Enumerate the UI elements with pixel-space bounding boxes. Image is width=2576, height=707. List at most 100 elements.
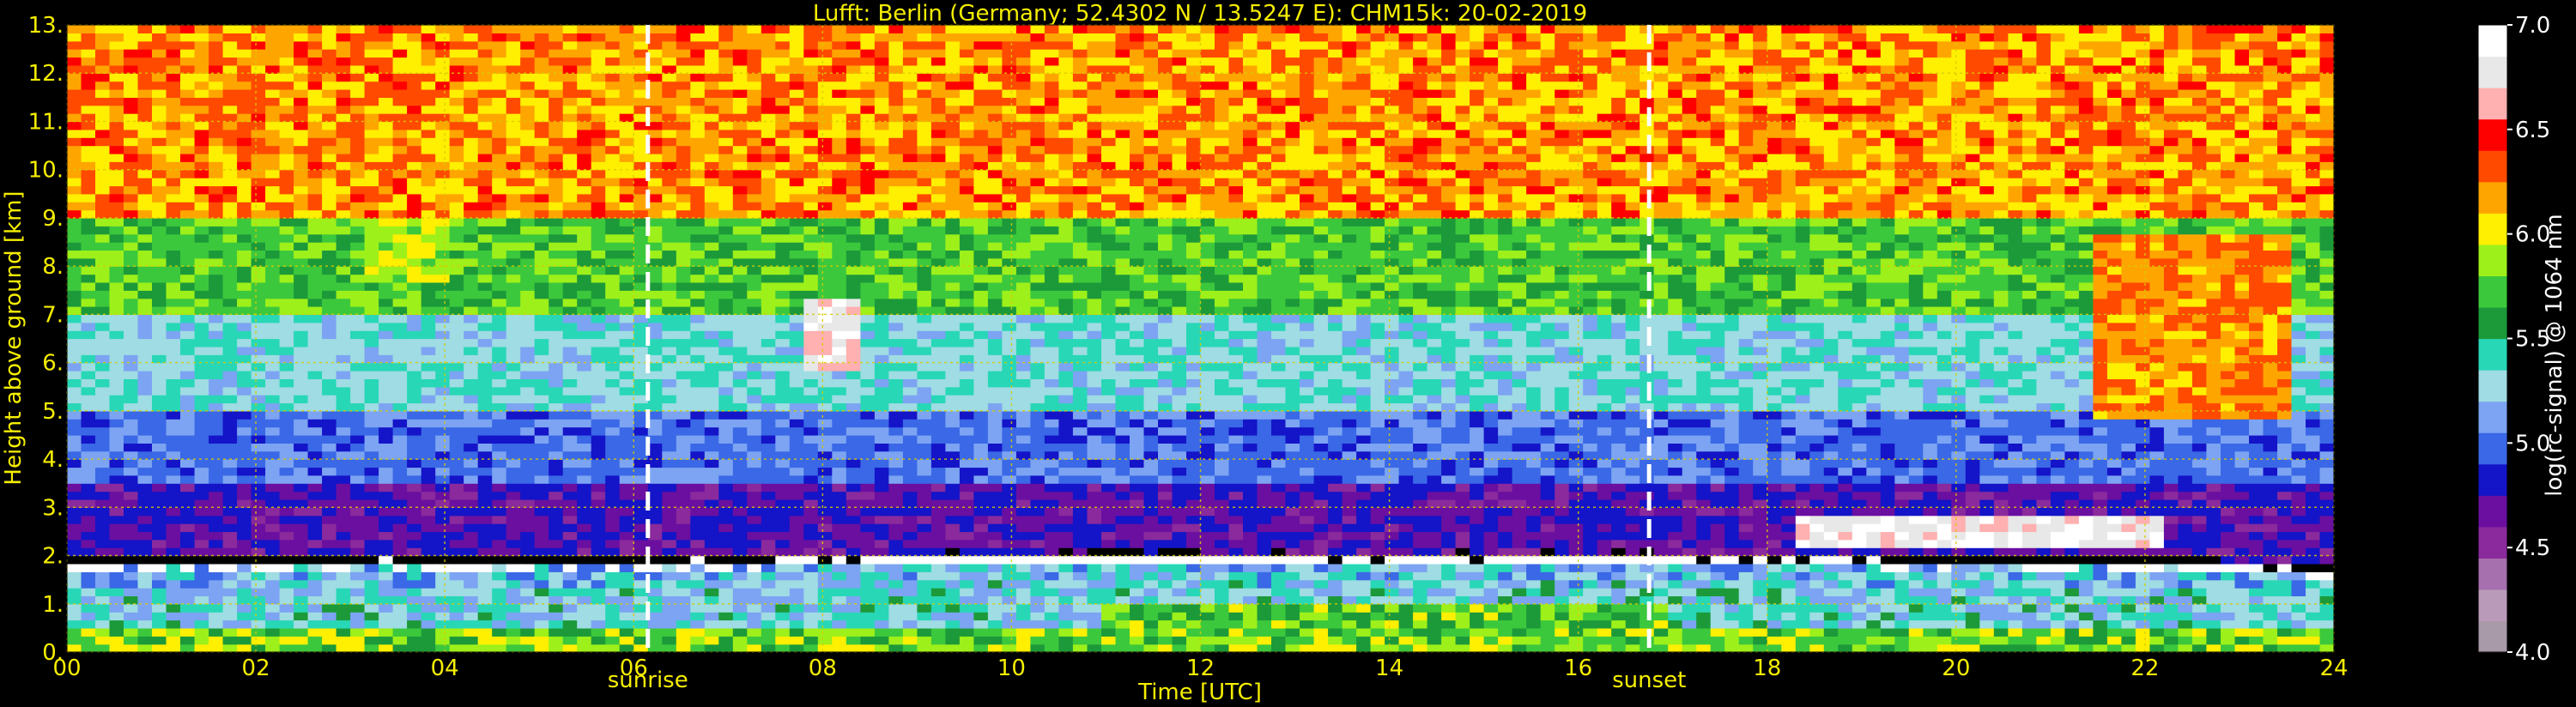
heatmap-cell <box>520 474 536 484</box>
heatmap-cell <box>534 467 549 476</box>
heatmap-cell <box>761 306 776 315</box>
heatmap-cell <box>549 145 564 154</box>
heatmap-cell <box>477 314 493 323</box>
heatmap-cell <box>279 491 294 500</box>
heatmap-cell <box>379 491 394 500</box>
heatmap-cell <box>421 314 436 323</box>
heatmap-cell <box>180 426 196 436</box>
heatmap-cell <box>392 40 408 50</box>
heatmap-cell <box>647 25 663 33</box>
heatmap-cell <box>562 290 578 299</box>
heatmap-cell <box>435 153 451 162</box>
heatmap-cell <box>166 137 181 147</box>
heatmap-cell <box>718 474 734 484</box>
heatmap-cell <box>846 410 861 420</box>
heatmap-cell <box>662 491 677 500</box>
heatmap-cell <box>676 145 691 154</box>
heatmap-cell <box>761 450 776 460</box>
heatmap-cell <box>251 89 266 98</box>
heatmap-cell <box>336 547 351 557</box>
heatmap-cell <box>194 499 209 508</box>
heatmap-cell <box>761 636 776 645</box>
heatmap-cell <box>647 627 663 637</box>
heatmap-cell <box>506 97 521 106</box>
heatmap-cell <box>364 467 379 476</box>
heatmap-cell <box>647 233 663 243</box>
heatmap-cell <box>237 89 252 98</box>
heatmap-cell <box>251 242 266 251</box>
heatmap-cell <box>222 539 238 548</box>
heatmap-cell <box>732 274 748 283</box>
heatmap-cell <box>194 40 209 50</box>
heatmap-cell <box>95 386 111 396</box>
heatmap-cell <box>676 386 691 396</box>
heatmap-cell <box>605 145 621 154</box>
heatmap-cell <box>379 523 394 533</box>
heatmap-cell <box>633 483 649 492</box>
heatmap-cell <box>222 644 238 652</box>
heatmap-cell <box>917 281 932 291</box>
heatmap-cell <box>619 89 634 98</box>
heatmap-cell <box>846 314 861 323</box>
heatmap-cell <box>294 627 309 637</box>
heatmap-cell <box>222 257 238 267</box>
heatmap-cell <box>761 338 776 347</box>
heatmap-cell <box>180 579 196 589</box>
heatmap-cell <box>279 113 294 123</box>
heatmap-cell <box>945 129 961 138</box>
heatmap-cell <box>832 25 847 33</box>
heatmap-cell <box>350 250 366 259</box>
heatmap-cell <box>605 612 621 621</box>
heatmap-cell <box>732 531 748 541</box>
heatmap-cell <box>251 619 266 629</box>
heatmap-cell <box>307 354 323 364</box>
heatmap-cell <box>279 371 294 379</box>
heatmap-cell <box>718 161 734 171</box>
heatmap-cell <box>945 64 961 74</box>
heatmap-cell <box>209 483 224 492</box>
heatmap-cell <box>832 306 847 315</box>
heatmap-cell <box>619 330 634 340</box>
heatmap-cell <box>562 202 578 211</box>
heatmap-cell <box>676 81 691 90</box>
heatmap-cell <box>237 314 252 323</box>
heatmap-cell <box>534 419 549 428</box>
heatmap-cell <box>902 49 918 58</box>
heatmap-cell <box>506 362 521 372</box>
heatmap-cell <box>690 81 706 90</box>
heatmap-cell <box>775 121 791 130</box>
heatmap-cell <box>251 193 266 202</box>
heatmap-cell <box>137 81 153 90</box>
heatmap-cell <box>605 250 621 259</box>
heatmap-cell <box>577 40 592 50</box>
heatmap-cell <box>888 161 904 171</box>
heatmap-cell <box>902 314 918 323</box>
heatmap-cell <box>605 113 621 123</box>
heatmap-cell <box>761 25 776 33</box>
heatmap-cell <box>449 193 464 202</box>
heatmap-cell <box>279 242 294 251</box>
heatmap-cell <box>209 402 224 412</box>
heatmap-cell <box>959 644 974 652</box>
heatmap-cell <box>124 507 139 517</box>
heatmap-cell <box>817 338 833 347</box>
heatmap-cell <box>832 330 847 340</box>
heatmap-cell <box>817 636 833 645</box>
heatmap-cell <box>109 145 124 154</box>
heatmap-cell <box>534 257 549 267</box>
heatmap-cell <box>194 523 209 533</box>
heatmap-cell <box>562 371 578 379</box>
heatmap-cell <box>407 290 422 299</box>
heatmap-cell <box>449 33 464 42</box>
heatmap-cell <box>803 274 819 283</box>
heatmap-cell <box>322 314 337 323</box>
heatmap-cell <box>562 233 578 243</box>
heatmap-cell <box>789 627 804 637</box>
heatmap-cell <box>492 185 507 195</box>
heatmap-cell <box>775 612 791 621</box>
heatmap-cell <box>166 515 181 524</box>
heatmap-cell <box>307 242 323 251</box>
heatmap-cell <box>647 378 663 388</box>
heatmap-cell <box>435 627 451 637</box>
heatmap-cell <box>294 507 309 517</box>
